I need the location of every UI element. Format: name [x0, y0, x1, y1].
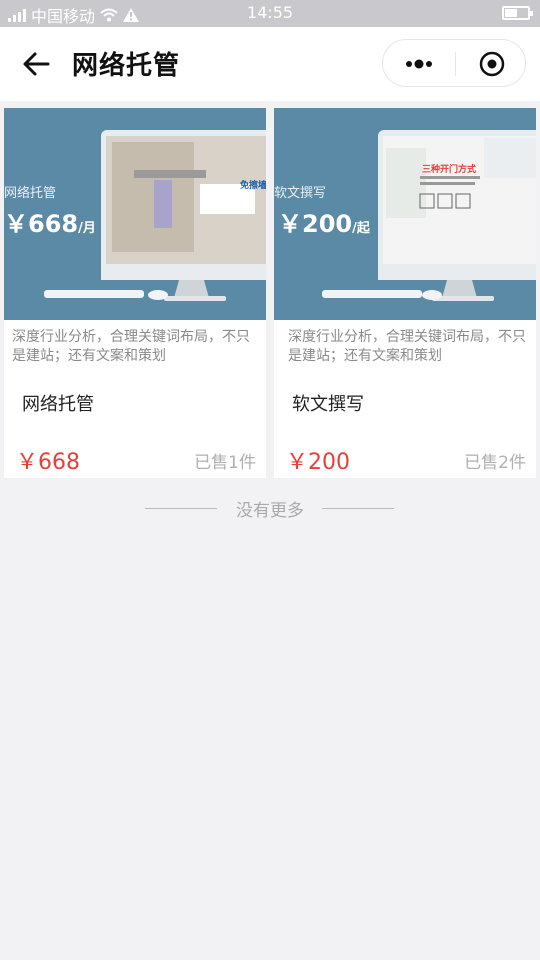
product-price: ￥668: [16, 450, 80, 475]
sold-count: 已售1件: [194, 453, 256, 473]
screen-text: 三种开门方式: [422, 163, 476, 175]
nav-bar: 网络托管: [0, 27, 540, 101]
product-card-web-hosting[interactable]: 免擦墙 网络托管 ￥668/月 深度行业分析，合理关键词布局，不只是建站；还有文…: [4, 108, 266, 478]
banner-tag: 软文撰写: [274, 186, 327, 201]
banner-price: ￥668/月: [4, 210, 96, 238]
no-more-text: 没有更多: [236, 501, 304, 521]
capsule-divider: [455, 52, 456, 76]
product-card-copywriting[interactable]: 三种开门方式 软文撰写 ￥200/起 深度行业分析，合理关键词布局，不只是建站；…: [274, 108, 536, 478]
product-title: 网络托管: [22, 394, 94, 415]
banner-tag: 网络托管: [4, 186, 57, 201]
product-title: 软文撰写: [292, 394, 364, 415]
more-dots-icon[interactable]: [401, 51, 437, 77]
page-title: 网络托管: [72, 51, 181, 81]
back-arrow-icon[interactable]: [20, 47, 54, 81]
mini-program-capsule: [382, 39, 526, 87]
product-description: 深度行业分析，合理关键词布局，不只是建站；还有文案和策划: [12, 329, 250, 364]
divider-line-right: [322, 508, 394, 509]
status-bar: 中国移动 14:55: [0, 0, 540, 27]
no-more-divider: 没有更多: [0, 496, 540, 521]
product-banner: 三种开门方式 软文撰写 ￥200/起: [274, 108, 536, 320]
product-price: ￥200: [286, 450, 350, 475]
status-time: 14:55: [246, 3, 294, 22]
product-banner: 免擦墙 网络托管 ￥668/月: [4, 108, 266, 320]
screen-text: 免擦墙: [240, 179, 266, 191]
battery-icon: [502, 6, 533, 20]
product-description: 深度行业分析，合理关键词布局，不只是建站；还有文案和策划: [288, 329, 526, 364]
sold-count: 已售2件: [464, 453, 526, 473]
close-target-icon[interactable]: [475, 51, 509, 77]
banner-price: ￥200/起: [278, 210, 370, 238]
